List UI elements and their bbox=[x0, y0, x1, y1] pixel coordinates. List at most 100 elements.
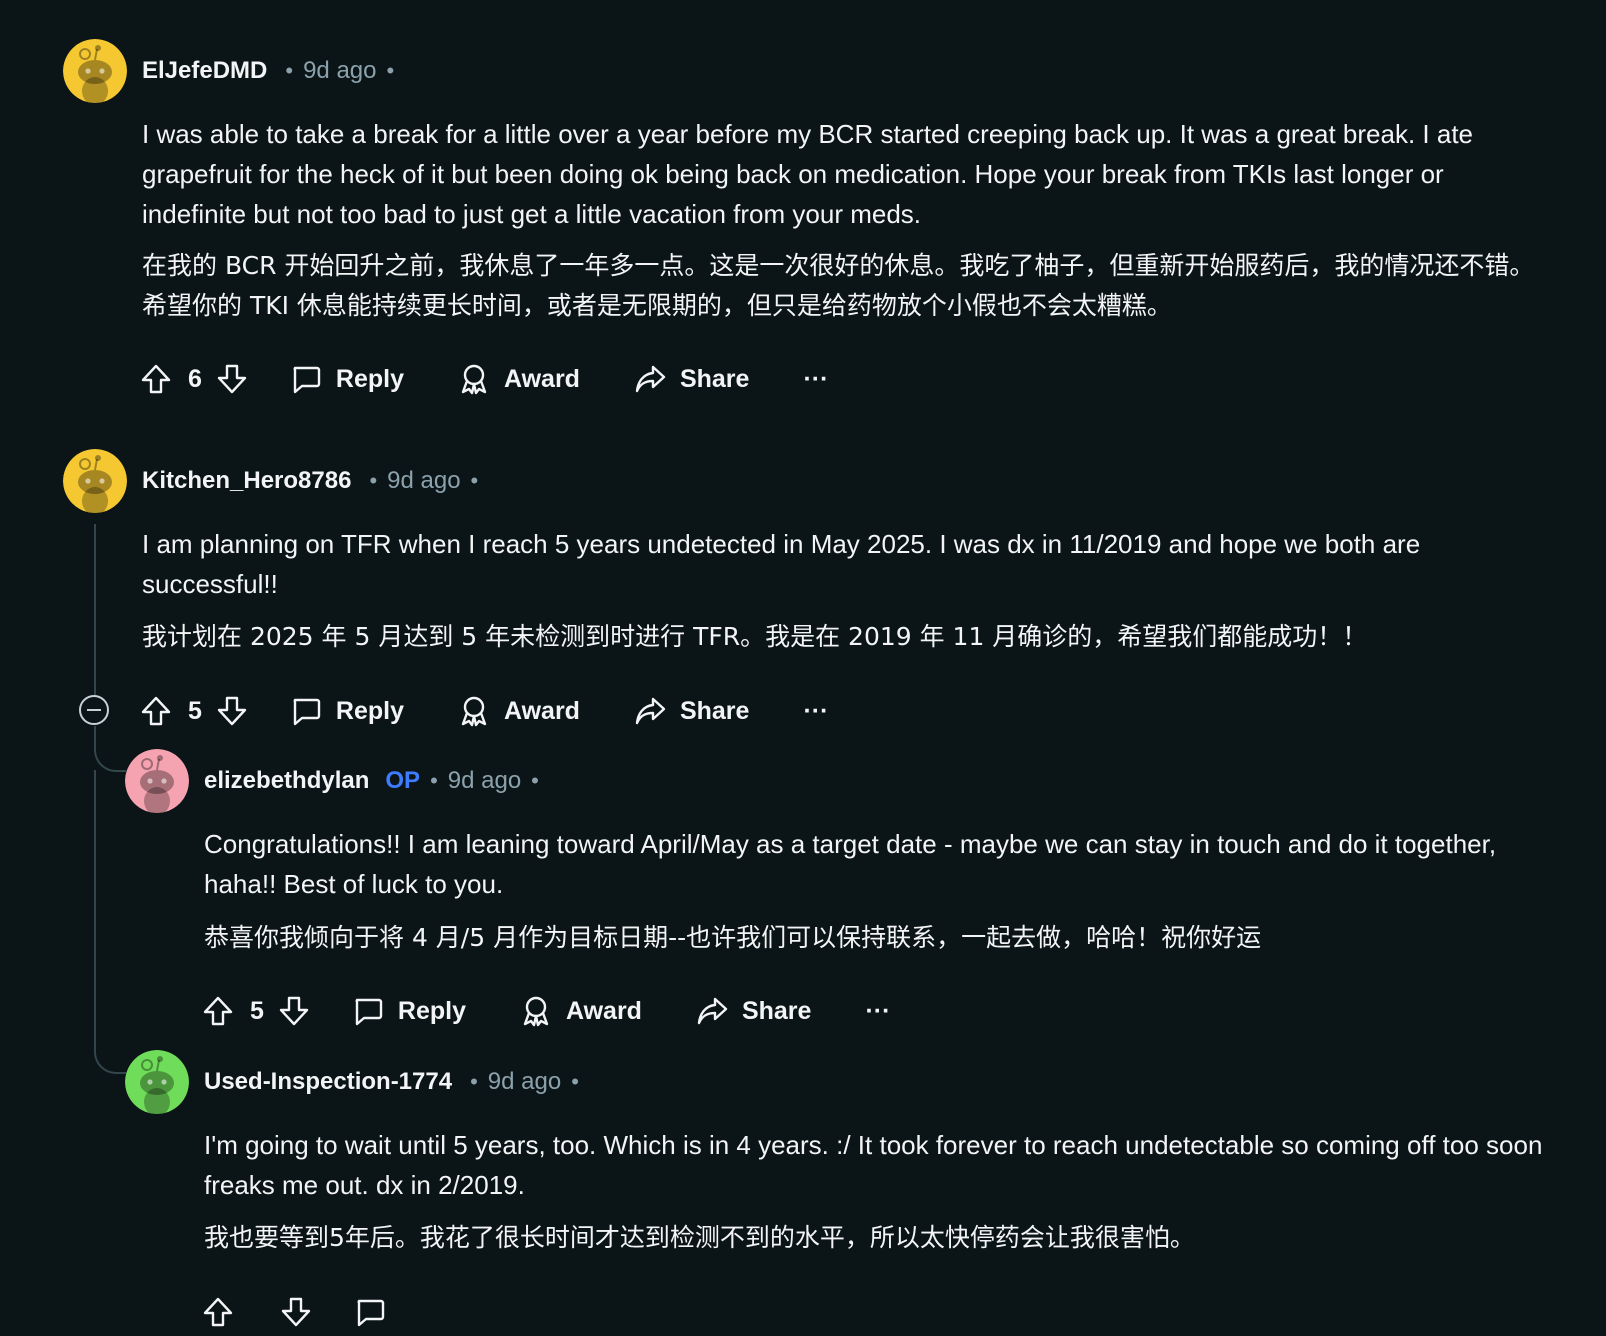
thread-branch-line bbox=[94, 1044, 126, 1074]
downvote-icon bbox=[278, 995, 310, 1027]
comment-text-en: I am planning on TFR when I reach 5 year… bbox=[142, 529, 1421, 599]
username[interactable]: elizebethdylan bbox=[204, 767, 369, 795]
collapse-thread-button[interactable] bbox=[79, 695, 109, 725]
timestamp[interactable]: 9d ago bbox=[488, 1068, 561, 1096]
vote-count: 5 bbox=[188, 696, 202, 725]
thread-line bbox=[94, 770, 96, 1050]
more-icon: ··· bbox=[803, 364, 829, 393]
downvote-icon bbox=[216, 363, 248, 395]
snoo-avatar-icon bbox=[125, 1050, 189, 1114]
thread-line bbox=[94, 524, 96, 696]
reply-icon bbox=[354, 1296, 386, 1328]
more-options-button[interactable]: ··· bbox=[803, 697, 828, 726]
avatar[interactable] bbox=[125, 749, 189, 813]
upvote-button[interactable] bbox=[202, 995, 234, 1027]
comment-meta: elizebethdylan OP • 9d ago • bbox=[204, 766, 549, 796]
comment-text-en: I'm going to wait until 5 years, too. Wh… bbox=[204, 1130, 1543, 1200]
comment-text-zh: 在我的 BCR 开始回升之前，我休息了一年多一点。这是一次很好的休息。我吃了柚子… bbox=[142, 251, 1535, 320]
upvote-button[interactable] bbox=[140, 695, 172, 727]
reply-button[interactable]: Reply bbox=[352, 995, 466, 1027]
downvote-icon bbox=[216, 695, 248, 727]
timestamp[interactable]: 9d ago bbox=[448, 767, 521, 795]
comment-text-zh: 我计划在 2025 年 5 月达到 5 年未检测到时进行 TFR。我是在 201… bbox=[142, 622, 1368, 651]
separator-dot: • bbox=[386, 58, 395, 83]
more-options-button[interactable]: ··· bbox=[865, 997, 890, 1026]
award-label: Award bbox=[504, 364, 580, 393]
comment-text-zh: 恭喜你我倾向于将 4 月/5 月作为目标日期--也许我们可以保持联系，一起去做，… bbox=[204, 923, 1262, 952]
comment-actions: 5 Reply Award Share ··· bbox=[140, 689, 828, 733]
award-icon bbox=[458, 695, 490, 727]
avatar[interactable] bbox=[63, 449, 127, 513]
comment-actions: 6 Reply Award Share ··· bbox=[140, 357, 828, 401]
share-button[interactable]: Share bbox=[696, 995, 811, 1027]
award-label: Award bbox=[504, 696, 580, 725]
award-icon bbox=[458, 363, 490, 395]
comment-meta: ElJefeDMD • 9d ago • bbox=[142, 56, 404, 86]
avatar[interactable] bbox=[63, 39, 127, 103]
downvote-button[interactable] bbox=[278, 995, 310, 1027]
award-button[interactable]: Award bbox=[520, 995, 642, 1027]
share-label: Share bbox=[679, 696, 750, 725]
award-button[interactable]: Award bbox=[458, 695, 580, 727]
share-icon bbox=[634, 363, 666, 395]
avatar[interactable] bbox=[125, 1050, 189, 1114]
comment-meta: Kitchen_Hero8786 • 9d ago • bbox=[142, 466, 488, 496]
upvote-button[interactable] bbox=[140, 363, 172, 395]
more-icon: ··· bbox=[803, 696, 829, 725]
upvote-icon bbox=[140, 363, 172, 395]
downvote-button[interactable] bbox=[216, 695, 248, 727]
downvote-button[interactable] bbox=[216, 363, 248, 395]
share-button[interactable]: Share bbox=[634, 363, 749, 395]
downvote-icon bbox=[280, 1296, 312, 1328]
reply-button[interactable] bbox=[354, 1296, 386, 1328]
reply-label: Reply bbox=[335, 696, 404, 725]
comment-text-en: I was able to take a break for a little … bbox=[142, 119, 1474, 229]
reply-label: Reply bbox=[335, 364, 404, 393]
award-label: Award bbox=[566, 996, 642, 1025]
reply-icon bbox=[290, 363, 322, 395]
award-icon bbox=[520, 995, 552, 1027]
comment-meta: Used-Inspection-1774 • 9d ago • bbox=[204, 1067, 589, 1097]
timestamp[interactable]: 9d ago bbox=[387, 467, 460, 495]
thread-branch-line bbox=[94, 740, 126, 772]
comment-actions: 5 Reply Award Share ··· bbox=[202, 989, 890, 1033]
username[interactable]: Kitchen_Hero8786 bbox=[142, 467, 351, 495]
upvote-icon bbox=[202, 1296, 234, 1328]
separator-dot: • bbox=[571, 1069, 579, 1094]
separator-dot: • bbox=[430, 768, 438, 793]
snoo-avatar-icon bbox=[63, 39, 127, 103]
separator-dot: • bbox=[531, 768, 539, 793]
reply-button[interactable]: Reply bbox=[290, 363, 404, 395]
reply-icon bbox=[352, 995, 384, 1027]
more-icon: ··· bbox=[865, 996, 891, 1025]
snoo-avatar-icon bbox=[63, 449, 127, 513]
share-label: Share bbox=[679, 364, 750, 393]
share-icon bbox=[696, 995, 728, 1027]
timestamp[interactable]: 9d ago bbox=[303, 57, 376, 85]
username[interactable]: Used-Inspection-1774 bbox=[204, 1068, 452, 1096]
award-button[interactable]: Award bbox=[458, 363, 580, 395]
separator-dot: • bbox=[369, 468, 378, 493]
upvote-icon bbox=[140, 695, 172, 727]
share-button[interactable]: Share bbox=[634, 695, 749, 727]
more-options-button[interactable]: ··· bbox=[803, 365, 828, 394]
separator-dot: • bbox=[470, 1069, 478, 1094]
comment-text-zh: 我也要等到5年后。我花了很长时间才达到检测不到的水平，所以太快停药会让我很害怕。 bbox=[204, 1223, 1195, 1252]
share-icon bbox=[634, 695, 666, 727]
share-label: Share bbox=[741, 996, 812, 1025]
downvote-button[interactable] bbox=[280, 1296, 312, 1328]
separator-dot: • bbox=[470, 468, 479, 493]
reply-button[interactable]: Reply bbox=[290, 695, 404, 727]
comment-actions bbox=[202, 1290, 386, 1334]
snoo-avatar-icon bbox=[125, 749, 189, 813]
upvote-button[interactable] bbox=[202, 1296, 234, 1328]
vote-count: 5 bbox=[250, 996, 264, 1025]
reply-label: Reply bbox=[397, 996, 466, 1025]
upvote-icon bbox=[202, 995, 234, 1027]
comment-text-en: Congratulations!! I am leaning toward Ap… bbox=[204, 829, 1497, 899]
username[interactable]: ElJefeDMD bbox=[142, 57, 267, 85]
op-badge: OP bbox=[385, 767, 421, 794]
reply-icon bbox=[290, 695, 322, 727]
vote-count: 6 bbox=[188, 364, 202, 393]
separator-dot: • bbox=[285, 58, 294, 83]
